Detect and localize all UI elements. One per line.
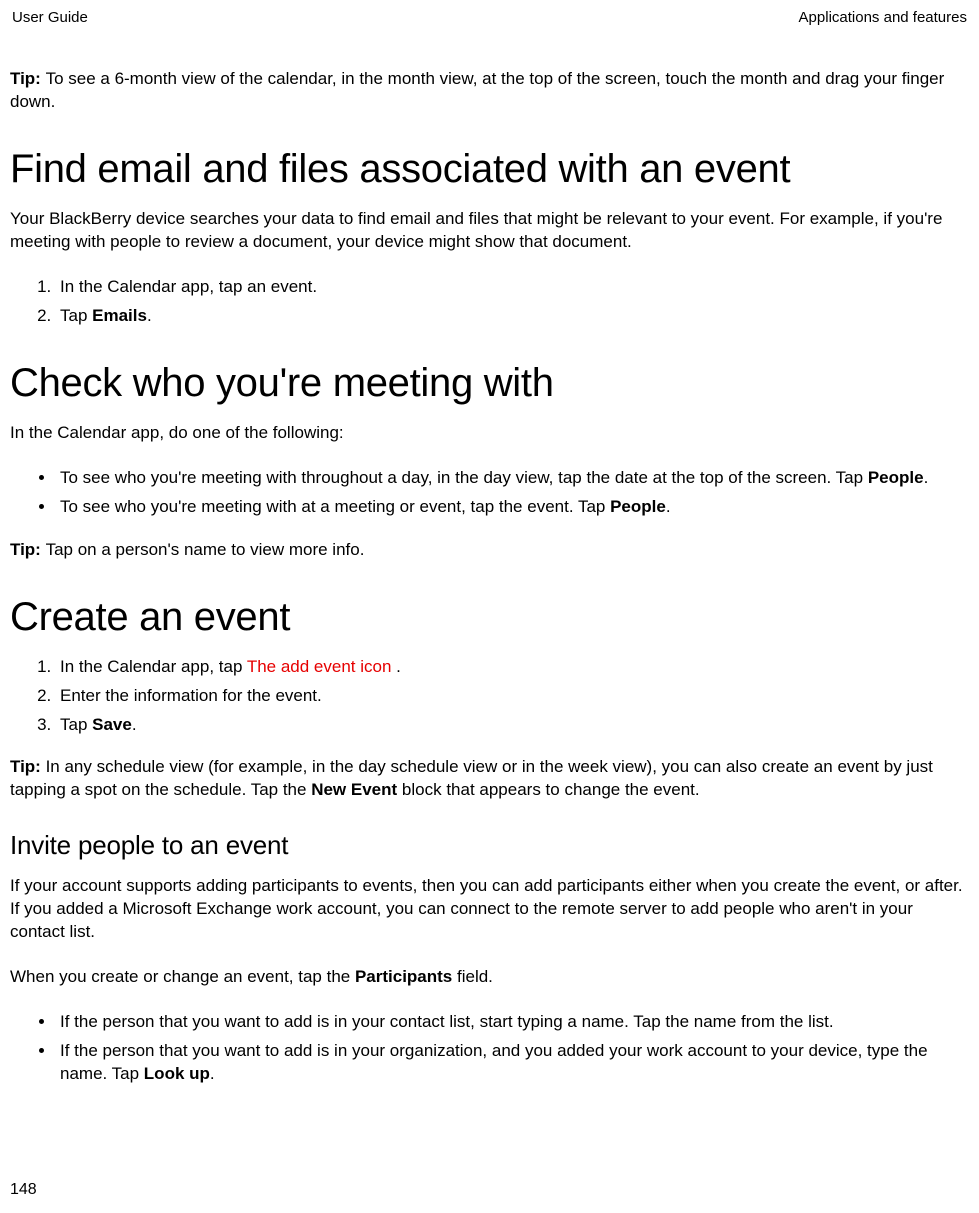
- ui-label-participants: Participants: [355, 967, 452, 986]
- bullet-text: .: [924, 468, 929, 487]
- section3-steps: In the Calendar app, tap The add event i…: [10, 656, 969, 737]
- bullet-text: .: [210, 1064, 215, 1083]
- add-event-icon-placeholder: The add event icon: [247, 657, 392, 676]
- section2-bullets: To see who you're meeting with throughou…: [10, 467, 969, 519]
- step-text: Tap: [60, 306, 92, 325]
- list-item: To see who you're meeting with throughou…: [56, 467, 969, 490]
- heading-check-meeting: Check who you're meeting with: [10, 356, 969, 410]
- line-text: field.: [452, 967, 493, 986]
- ui-label-emails: Emails: [92, 306, 147, 325]
- bullet-text: To see who you're meeting with throughou…: [60, 468, 868, 487]
- list-item: To see who you're meeting with at a meet…: [56, 496, 969, 519]
- document-page: User Guide Applications and features Tip…: [0, 0, 979, 1213]
- ui-label-new-event: New Event: [311, 780, 397, 799]
- heading-find-email: Find email and files associated with an …: [10, 142, 969, 196]
- ui-label-look-up: Look up: [144, 1064, 210, 1083]
- header-right: Applications and features: [799, 8, 967, 28]
- section1-steps: In the Calendar app, tap an event. Tap E…: [10, 276, 969, 328]
- section4-intro: If your account supports adding particip…: [10, 875, 969, 944]
- bullet-text: If the person that you want to add is in…: [60, 1012, 834, 1031]
- tip-label: Tip:: [10, 757, 46, 776]
- bullet-text: To see who you're meeting with at a meet…: [60, 497, 610, 516]
- tip-text: Tap on a person's name to view more info…: [46, 540, 365, 559]
- running-header: User Guide Applications and features: [10, 8, 969, 28]
- page-number: 148: [10, 1179, 37, 1201]
- line-text: When you create or change an event, tap …: [10, 967, 355, 986]
- step-text: .: [391, 657, 400, 676]
- heading-invite-people: Invite people to an event: [10, 828, 969, 863]
- tip-text: block that appears to change the event.: [397, 780, 699, 799]
- step-item: Tap Emails.: [56, 305, 969, 328]
- tip-paragraph: Tip: To see a 6-month view of the calend…: [10, 68, 969, 114]
- ui-label-people: People: [610, 497, 666, 516]
- step-item: Enter the information for the event.: [56, 685, 969, 708]
- section4-line: When you create or change an event, tap …: [10, 966, 969, 989]
- step-text: Tap: [60, 715, 92, 734]
- step-text: In the Calendar app, tap an event.: [60, 277, 317, 296]
- step-text: .: [132, 715, 137, 734]
- section4-bullets: If the person that you want to add is in…: [10, 1011, 969, 1086]
- step-text: .: [147, 306, 152, 325]
- bullet-text: .: [666, 497, 671, 516]
- ui-label-people: People: [868, 468, 924, 487]
- heading-create-event: Create an event: [10, 590, 969, 644]
- step-item: In the Calendar app, tap The add event i…: [56, 656, 969, 679]
- step-text: In the Calendar app, tap: [60, 657, 247, 676]
- section2-intro: In the Calendar app, do one of the follo…: [10, 422, 969, 445]
- step-text: Enter the information for the event.: [60, 686, 322, 705]
- tip-text: To see a 6-month view of the calendar, i…: [10, 69, 944, 111]
- tip-paragraph: Tip: Tap on a person's name to view more…: [10, 539, 969, 562]
- step-item: Tap Save.: [56, 714, 969, 737]
- tip-label: Tip:: [10, 540, 46, 559]
- list-item: If the person that you want to add is in…: [56, 1040, 969, 1086]
- tip-label: Tip:: [10, 69, 46, 88]
- ui-label-save: Save: [92, 715, 132, 734]
- section1-intro: Your BlackBerry device searches your dat…: [10, 208, 969, 254]
- header-left: User Guide: [12, 8, 88, 28]
- tip-paragraph: Tip: In any schedule view (for example, …: [10, 756, 969, 802]
- list-item: If the person that you want to add is in…: [56, 1011, 969, 1034]
- step-item: In the Calendar app, tap an event.: [56, 276, 969, 299]
